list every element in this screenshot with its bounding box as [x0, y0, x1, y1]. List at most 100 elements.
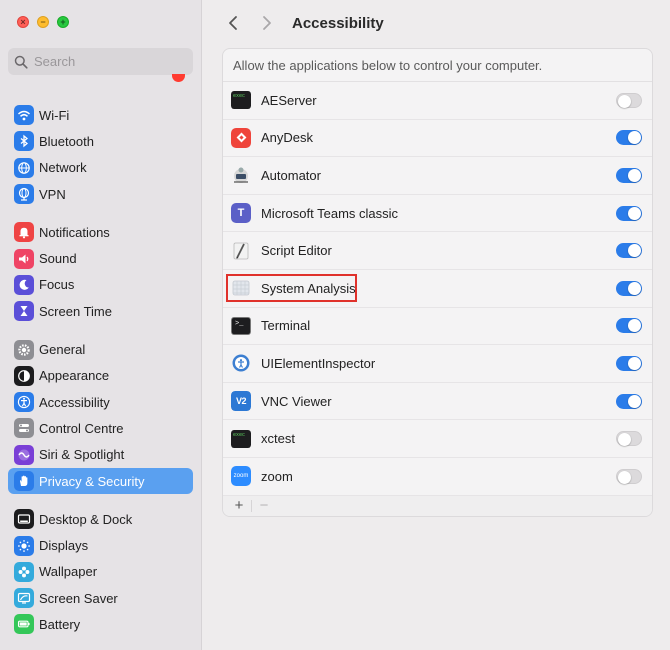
app-name: xctest — [261, 431, 295, 447]
main-content: Accessibility Allow the applications bel… — [202, 0, 670, 650]
search-field[interactable] — [8, 48, 193, 75]
sidebar-item-label: Screen Time — [39, 303, 112, 319]
accessibility-icon — [14, 392, 34, 413]
sidebar-item-label: Battery — [39, 616, 81, 632]
app-access-toggle[interactable] — [616, 243, 642, 259]
app-access-toggle[interactable] — [616, 318, 642, 334]
app-row-zoom[interactable]: zoom zoom — [223, 458, 652, 496]
sidebar-item-wallpaper[interactable]: Wallpaper — [8, 559, 193, 585]
sidebar-item-sound[interactable]: Sound — [8, 245, 193, 271]
sidebar-item-label: Sound — [39, 251, 77, 267]
appearance-icon — [14, 365, 34, 386]
sidebar-item-vpn[interactable]: VPN — [8, 181, 193, 207]
toolbar: Accessibility — [202, 0, 670, 46]
app-name: VNC Viewer — [261, 393, 332, 409]
sidebar-item-screen-time[interactable]: Screen Time — [8, 298, 193, 324]
app-row-system-analysis[interactable]: System Analysis — [223, 270, 652, 308]
app-access-toggle[interactable] — [616, 355, 642, 371]
panel-description: Allow the applications below to control … — [223, 49, 652, 82]
vnc-icon: V2 — [231, 391, 251, 412]
app-access-toggle[interactable] — [616, 167, 642, 183]
app-row-terminal[interactable]: >_ Terminal — [223, 308, 652, 346]
sidebar-item-label: Bluetooth — [39, 133, 94, 149]
sidebar-group: Notifications Sound Focus Screen Time — [8, 219, 193, 324]
sidebar-item-battery[interactable]: Battery — [8, 611, 193, 637]
sidebar-nav: Wi-Fi Bluetooth Network VPN Notifications Sou… — [8, 102, 193, 650]
app-row-vnc-viewer[interactable]: V2 VNC Viewer — [223, 383, 652, 421]
search-input[interactable] — [34, 54, 184, 69]
sidebar-item-privacy-and-security[interactable]: Privacy & Security — [8, 467, 193, 495]
teams-icon: T — [231, 203, 251, 224]
search-icon — [14, 55, 28, 69]
sidebar-item-focus[interactable]: Focus — [8, 272, 193, 298]
wifi-icon — [14, 105, 34, 126]
hourglass-icon — [14, 301, 34, 322]
minimize-button[interactable]: − — [37, 16, 49, 28]
anydesk-icon — [231, 127, 251, 148]
app-row-uielementinspector[interactable]: UIElementInspector — [223, 345, 652, 383]
add-app-button[interactable]: + — [229, 497, 249, 514]
back-button[interactable] — [222, 12, 244, 34]
sidebar-item-label: Accessibility — [39, 394, 110, 410]
sidebar-group: Desktop & Dock Displays Wallpaper Screen Sa… — [8, 506, 193, 637]
app-row-aeserver[interactable]: exec AEServer — [223, 82, 652, 120]
app-name: zoom — [261, 468, 293, 484]
sidebar-item-wi-fi[interactable]: Wi-Fi — [8, 102, 193, 128]
sidebar-item-label: Control Centre — [39, 420, 124, 436]
terminal-exec-icon: exec — [231, 429, 251, 449]
terminal-exec-icon: exec — [231, 90, 251, 110]
sidebar-item-control-centre[interactable]: Control Centre — [8, 415, 193, 441]
app-name: Script Editor — [261, 243, 332, 259]
toggle-knob — [628, 168, 641, 182]
app-row-anydesk[interactable]: AnyDesk — [223, 120, 652, 158]
sidebar-group: Wi-Fi Bluetooth Network VPN — [8, 102, 193, 207]
sidebar-item-desktop-and-dock[interactable]: Desktop & Dock — [8, 506, 193, 532]
sidebar-item-network[interactable]: Network — [8, 155, 193, 181]
app-access-toggle[interactable] — [616, 393, 642, 409]
sidebar-item-label: Siri & Spotlight — [39, 447, 125, 463]
minimize-icon: − — [40, 17, 46, 27]
app-access-toggle[interactable] — [616, 431, 642, 447]
sidebar-item-general[interactable]: General — [8, 336, 193, 362]
sidebar-item-appearance[interactable]: Appearance — [8, 363, 193, 389]
page-title: Accessibility — [292, 14, 384, 32]
globe-icon — [14, 157, 34, 178]
sidebar-item-label: Notifications — [39, 224, 110, 240]
app-row-script-editor[interactable]: Script Editor — [223, 232, 652, 270]
app-row-microsoft-teams-classic[interactable]: T Microsoft Teams classic — [223, 195, 652, 233]
sidebar-item-notifications[interactable]: Notifications — [8, 219, 193, 245]
gear-icon — [14, 339, 34, 360]
close-button[interactable]: × — [17, 16, 29, 28]
sidebar-item-displays[interactable]: Displays — [8, 532, 193, 558]
app-name: Automator — [261, 167, 321, 183]
app-name: Terminal — [261, 318, 311, 334]
app-access-toggle[interactable] — [616, 92, 642, 108]
forward-button[interactable] — [256, 12, 278, 34]
toggle-knob — [628, 131, 641, 145]
flower-icon — [14, 561, 34, 582]
toggle-knob — [628, 394, 641, 408]
app-access-toggle[interactable] — [616, 130, 642, 146]
sidebar-item-label: Wallpaper — [39, 564, 98, 580]
inspector-icon — [231, 353, 251, 373]
app-access-toggle[interactable] — [616, 468, 642, 484]
zoom-button[interactable]: + — [57, 16, 69, 28]
sidebar: × − + Wi-Fi Bluetooth Network VPN Notificati… — [0, 0, 202, 650]
sidebar-item-bluetooth[interactable]: Bluetooth — [8, 128, 193, 154]
app-row-automator[interactable]: Automator — [223, 157, 652, 195]
app-access-toggle[interactable] — [616, 280, 642, 296]
toggle-knob — [618, 433, 631, 447]
sidebar-item-siri-and-spotlight[interactable]: Siri & Spotlight — [8, 442, 193, 468]
remove-app-button[interactable]: − — [254, 497, 274, 514]
bell-icon — [14, 222, 34, 243]
sidebar-item-screen-saver[interactable]: Screen Saver — [8, 585, 193, 611]
app-access-toggle[interactable] — [616, 205, 642, 221]
sidebar-item-label: Privacy & Security — [39, 473, 145, 489]
toggle-knob — [628, 356, 641, 370]
sidebar-item-accessibility[interactable]: Accessibility — [8, 389, 193, 415]
sidebar-item-label: Focus — [39, 277, 75, 293]
app-row-xctest[interactable]: exec xctest — [223, 420, 652, 458]
chevron-right-icon — [263, 16, 271, 30]
window-controls: × − + — [17, 16, 69, 28]
close-icon: × — [20, 17, 26, 27]
